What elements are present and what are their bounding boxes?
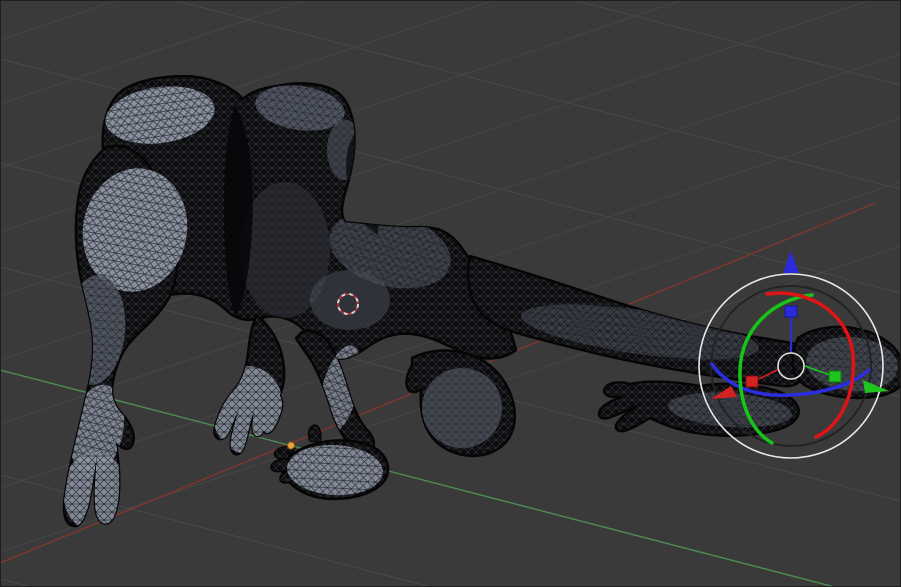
scale-x-cube[interactable] [745, 375, 759, 388]
mesh-foot-claw[interactable] [307, 424, 322, 443]
object-origin-dot [287, 441, 295, 450]
viewport-3d[interactable] [0, 0, 901, 587]
scale-z-cube[interactable] [784, 305, 798, 318]
scale-y-cube[interactable] [828, 370, 842, 383]
